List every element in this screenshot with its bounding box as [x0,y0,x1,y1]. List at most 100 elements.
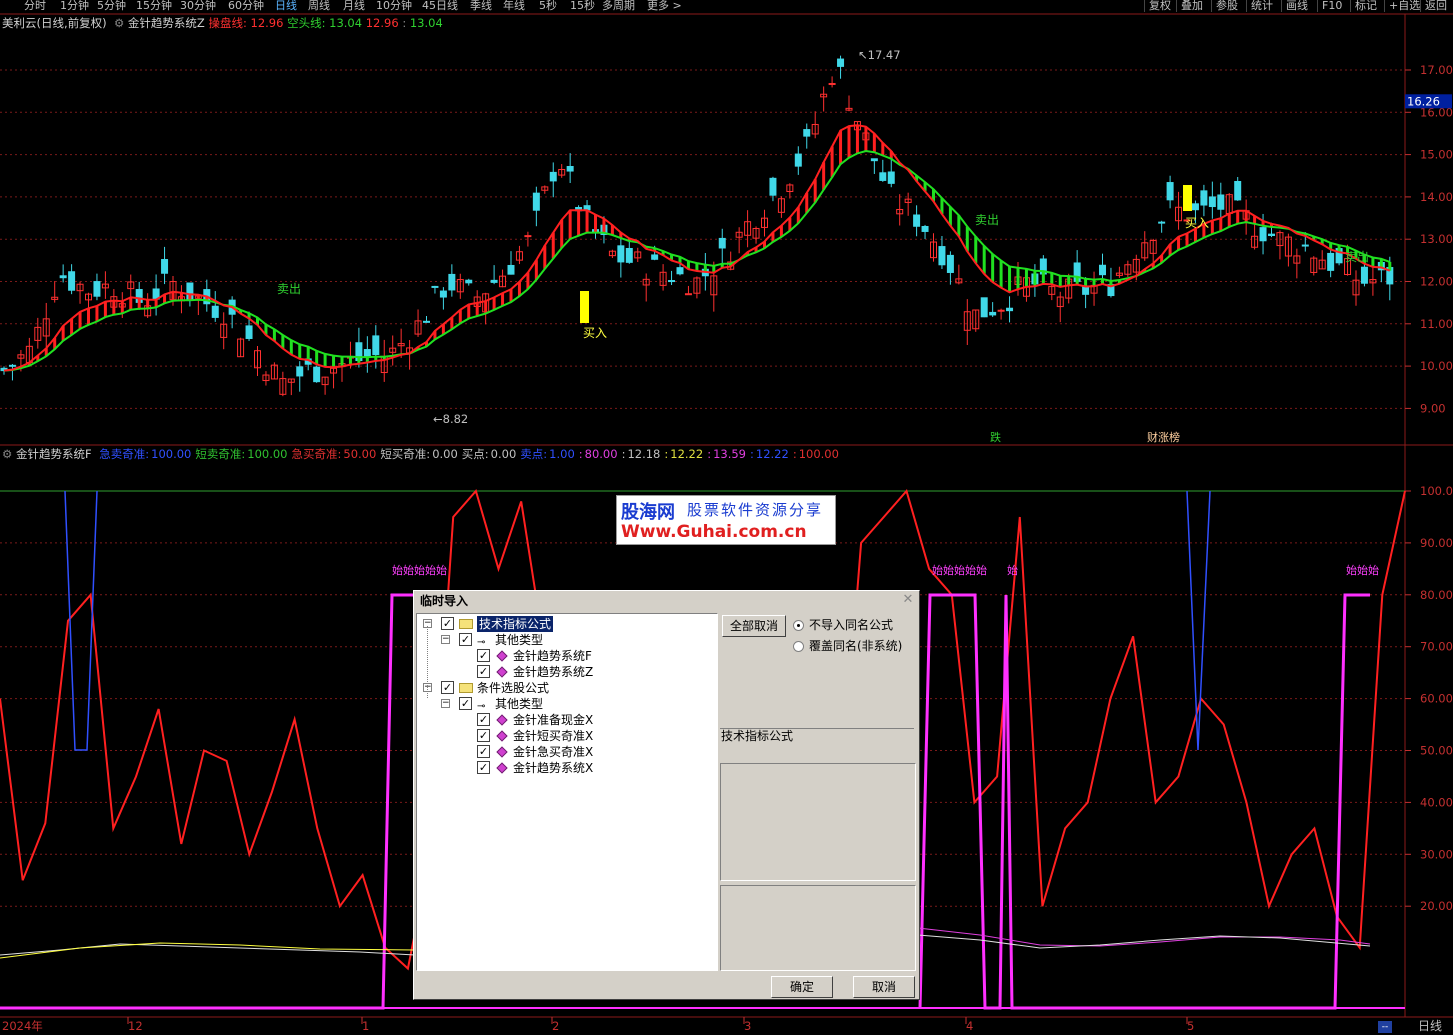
price-tick-label: 11.00 [1420,317,1453,331]
tree-node[interactable]: − ✓ 技术指标公式 [417,616,717,632]
mixed-line [917,934,1371,949]
toolbar-button-6[interactable]: 标记 [1350,0,1381,12]
param-value-8: 12.22 [670,447,704,461]
period-tab-0[interactable]: 分时 [24,0,46,12]
formula-icon [496,762,508,774]
candle-body [718,237,726,249]
period-tab-9[interactable]: 10分钟 [376,0,412,12]
tree-node-label: 金针准备现金X [513,713,594,727]
settings-icon[interactable]: ⚙ [110,16,124,30]
candle-body [490,279,498,283]
radio-overwrite-label[interactable]: 覆盖同名(非系统) [809,639,902,653]
period-tab-4[interactable]: 30分钟 [180,0,216,12]
candle-body [161,259,169,274]
candle-body [59,275,67,279]
collapse-icon[interactable]: − [441,635,450,644]
tree-node[interactable]: − ✓ ⊸ 其他类型 [417,696,717,712]
checkbox[interactable]: ✓ [477,745,490,758]
candle-body [676,267,684,275]
period-tab-11[interactable]: 季线 [470,0,492,12]
tree-node[interactable]: ✓ 金针趋势系统F [417,648,717,664]
radio-overwrite[interactable] [793,641,804,652]
tree-node-label: 其他类型 [495,633,544,647]
short-line [3,149,1391,372]
toolbar-button-3[interactable]: 统计 [1246,0,1277,12]
checkbox[interactable]: ✓ [459,633,472,646]
period-tab-3[interactable]: 15分钟 [136,0,172,12]
candle-body [1327,252,1335,271]
price-tick-label: 10.00 [1420,359,1453,373]
deselect-all-button[interactable]: 全部取消 [722,615,786,637]
low-price-label: ←8.82 [433,412,468,426]
period-tab-15[interactable]: 多周期 [602,0,635,12]
tree-node[interactable]: ✓ 金针急买奇准X [417,744,717,760]
candle-body [989,311,997,316]
candle-body [372,335,380,356]
param-label-1: 短卖奇准: [195,447,246,461]
checkbox[interactable]: ✓ [477,761,490,774]
tree-node[interactable]: ✓ 金针趋势系统Z [417,664,717,680]
watermark-logo: 股海网 [621,502,675,523]
toolbar-button-4[interactable]: 画线 [1281,0,1312,12]
sub-indicator-name[interactable]: 金针趋势系统F [16,447,92,461]
start-mark-1: 始始始始始 [932,563,987,577]
tree-node[interactable]: − ✓ 条件选股公式 [417,680,717,696]
tree-node[interactable]: ✓ 金针准备现金X [417,712,717,728]
event-label-0: 跌 [990,430,1001,444]
checkbox[interactable]: ✓ [441,681,454,694]
checkbox[interactable]: ✓ [477,713,490,726]
toolbar-button-1[interactable]: 叠加 [1176,0,1207,12]
period-tab-13[interactable]: 5秒 [539,0,557,12]
period-tab-16[interactable]: 更多 > [647,0,682,12]
trade-signal-4: 卖出 [1345,250,1369,264]
period-tab-1[interactable]: 1分钟 [60,0,89,12]
checkbox[interactable]: ✓ [459,697,472,710]
checkbox[interactable]: ✓ [477,729,490,742]
checkbox[interactable]: ✓ [477,665,490,678]
sub-tick-label: 60.00 [1420,692,1453,706]
toolbar-button-2[interactable]: 参股 [1211,0,1242,12]
tree-node[interactable]: − ✓ ⊸ 其他类型 [417,632,717,648]
candle-body [211,305,219,318]
sub-tick-label: 100.0 [1420,484,1453,498]
formula-tree[interactable]: − ✓ 技术指标公式 − ✓ ⊸ 其他类型 ✓ 金针趋势系统F ✓ 金针趋势系统Z − ✓ 条件选股公式 −… [416,613,718,971]
toolbar-button-7[interactable]: +自选 [1384,0,1424,12]
candle-body [887,171,895,184]
candle-body [769,177,777,196]
cancel-button[interactable]: 取消 [853,976,915,998]
toolbar-button-8[interactable]: 返回 [1420,0,1451,12]
radio-no-import[interactable] [793,620,804,631]
mixed-line [0,942,416,959]
period-tab-14[interactable]: 15秒 [570,0,595,12]
period-tab-5[interactable]: 60分钟 [228,0,264,12]
candle-body [313,366,321,383]
candle-body [617,245,625,263]
period-tab-7[interactable]: 周线 [308,0,330,12]
toolbar-button-5[interactable]: F10 [1317,0,1346,12]
collapse-icon[interactable]: − [441,699,450,708]
radio-no-import-label[interactable]: 不导入同名公式 [809,618,893,632]
period-tab-10[interactable]: 45日线 [422,0,458,12]
close-icon[interactable]: ✕ [901,593,915,607]
ok-button[interactable]: 确定 [771,976,833,998]
period-tab-6[interactable]: 日线 [275,0,297,12]
settings-icon[interactable]: ⚙ [2,447,12,461]
scroll-button[interactable]: -- [1378,1021,1392,1033]
indicator-name[interactable]: 金针趋势系统Z [128,16,205,30]
period-tab-12[interactable]: 年线 [503,0,525,12]
toolbar-button-0[interactable]: 复权 [1144,0,1175,12]
period-tab-2[interactable]: 5分钟 [97,0,126,12]
signal-step-line [0,593,413,1010]
checkbox[interactable]: ✓ [477,649,490,662]
candle-body [997,309,1005,312]
param-value-1: 100.00 [247,447,288,461]
checkbox[interactable]: ✓ [441,617,454,630]
formula-icon [496,666,508,678]
candle-body [1082,286,1090,295]
period-tab-8[interactable]: 月线 [343,0,365,12]
tree-node[interactable]: ✓ 金针趋势系统X [417,760,717,776]
tree-node[interactable]: ✓ 金针短买奇准X [417,728,717,744]
candle-body [1301,244,1309,247]
current-price-label: 16.26 [1407,94,1440,108]
candle-body [803,129,811,137]
